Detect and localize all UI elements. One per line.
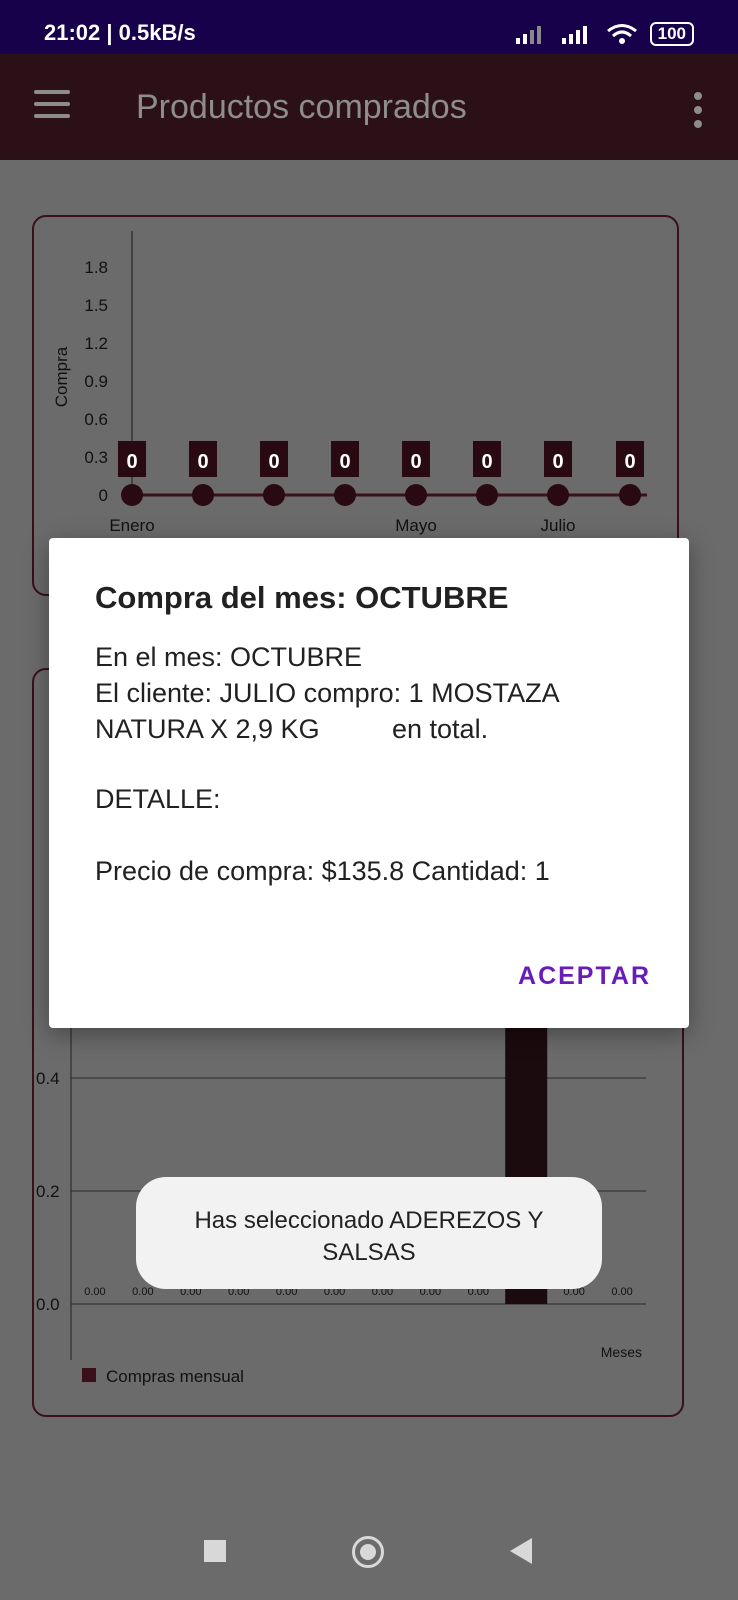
data-point [476, 484, 498, 506]
x-axis-label: Meses [601, 1344, 642, 1360]
y-tick-label: 0.0 [36, 1295, 60, 1314]
legend-label: Compras mensual [106, 1367, 244, 1386]
dialog-client-line: El cliente: JULIO compro: 1 MOSTAZA [95, 678, 560, 708]
data-point [121, 484, 143, 506]
data-label: 0 [552, 451, 563, 473]
legend-swatch [82, 1368, 96, 1382]
data-point [547, 484, 569, 506]
data-label: 0 [410, 451, 421, 473]
more-options-icon[interactable] [694, 92, 704, 134]
data-label: 0 [481, 451, 492, 473]
data-label: 0 [197, 451, 208, 473]
status-icons: 100 [514, 22, 694, 46]
back-button[interactable] [510, 1538, 532, 1564]
data-label: 0 [268, 451, 279, 473]
data-label: 0 [624, 451, 635, 473]
home-button[interactable] [352, 1536, 384, 1568]
bar-value-label: 0.00 [611, 1286, 632, 1298]
y-axis-label: Compra [52, 346, 71, 407]
dialog-total-line: en total. [392, 714, 489, 744]
dialog-product-line: NATURA X 2,9 KG [95, 714, 320, 744]
signal-icon [515, 26, 541, 44]
toast-message: Has seleccionado ADEREZOS Y SALSAS [136, 1177, 602, 1289]
y-tick-label: 1.5 [84, 296, 108, 315]
dialog-price-line: Precio de compra: $135.8 Cantidad: 1 [95, 856, 550, 886]
data-point [619, 484, 641, 506]
battery-level: 100 [657, 24, 686, 43]
status-time: 21:02 | 0.5kB/s [44, 20, 196, 45]
toast-line-1: Has seleccionado ADEREZOS Y [194, 1207, 544, 1234]
y-tick-label: 1.8 [84, 258, 108, 277]
x-tick-label: Julio [541, 516, 576, 535]
app-bar: Productos comprados [0, 54, 738, 160]
accept-button[interactable]: ACEPTAR [518, 962, 651, 991]
dialog-title: Compra del mes: OCTUBRE [95, 580, 509, 615]
signal-icon-2 [561, 26, 587, 44]
page-title: Productos comprados [136, 88, 467, 126]
status-bar: 21:02 | 0.5kB/s 100 [0, 0, 738, 54]
y-tick-label: 0.4 [36, 1069, 60, 1088]
purchase-dialog: Compra del mes: OCTUBRE En el mes: OCTUB… [49, 538, 689, 1028]
data-point [405, 484, 427, 506]
x-tick-label: Mayo [395, 516, 437, 535]
data-point [334, 484, 356, 506]
x-tick-label: Enero [109, 516, 154, 535]
y-tick-label: 0.2 [36, 1182, 60, 1201]
bar-value-label: 0.00 [84, 1286, 105, 1298]
dialog-month-line: En el mes: OCTUBRE [95, 642, 363, 672]
y-tick-label: 0.3 [84, 448, 108, 467]
y-tick-label: 1.2 [84, 334, 108, 353]
data-point [263, 484, 285, 506]
y-tick-label: 0 [99, 486, 108, 505]
menu-icon[interactable] [34, 90, 70, 118]
bar-value-label: 0.00 [132, 1286, 153, 1298]
battery-icon: 100 [649, 22, 694, 46]
recents-button[interactable] [204, 1540, 226, 1562]
data-point [192, 484, 214, 506]
data-label: 0 [339, 451, 350, 473]
wifi-icon [606, 24, 637, 44]
toast-line-2: SALSAS [322, 1239, 416, 1266]
dialog-detail-label: DETALLE: [95, 784, 221, 814]
data-label: 0 [126, 451, 137, 473]
y-tick-label: 0.9 [84, 372, 108, 391]
y-tick-label: 0.6 [84, 410, 108, 429]
